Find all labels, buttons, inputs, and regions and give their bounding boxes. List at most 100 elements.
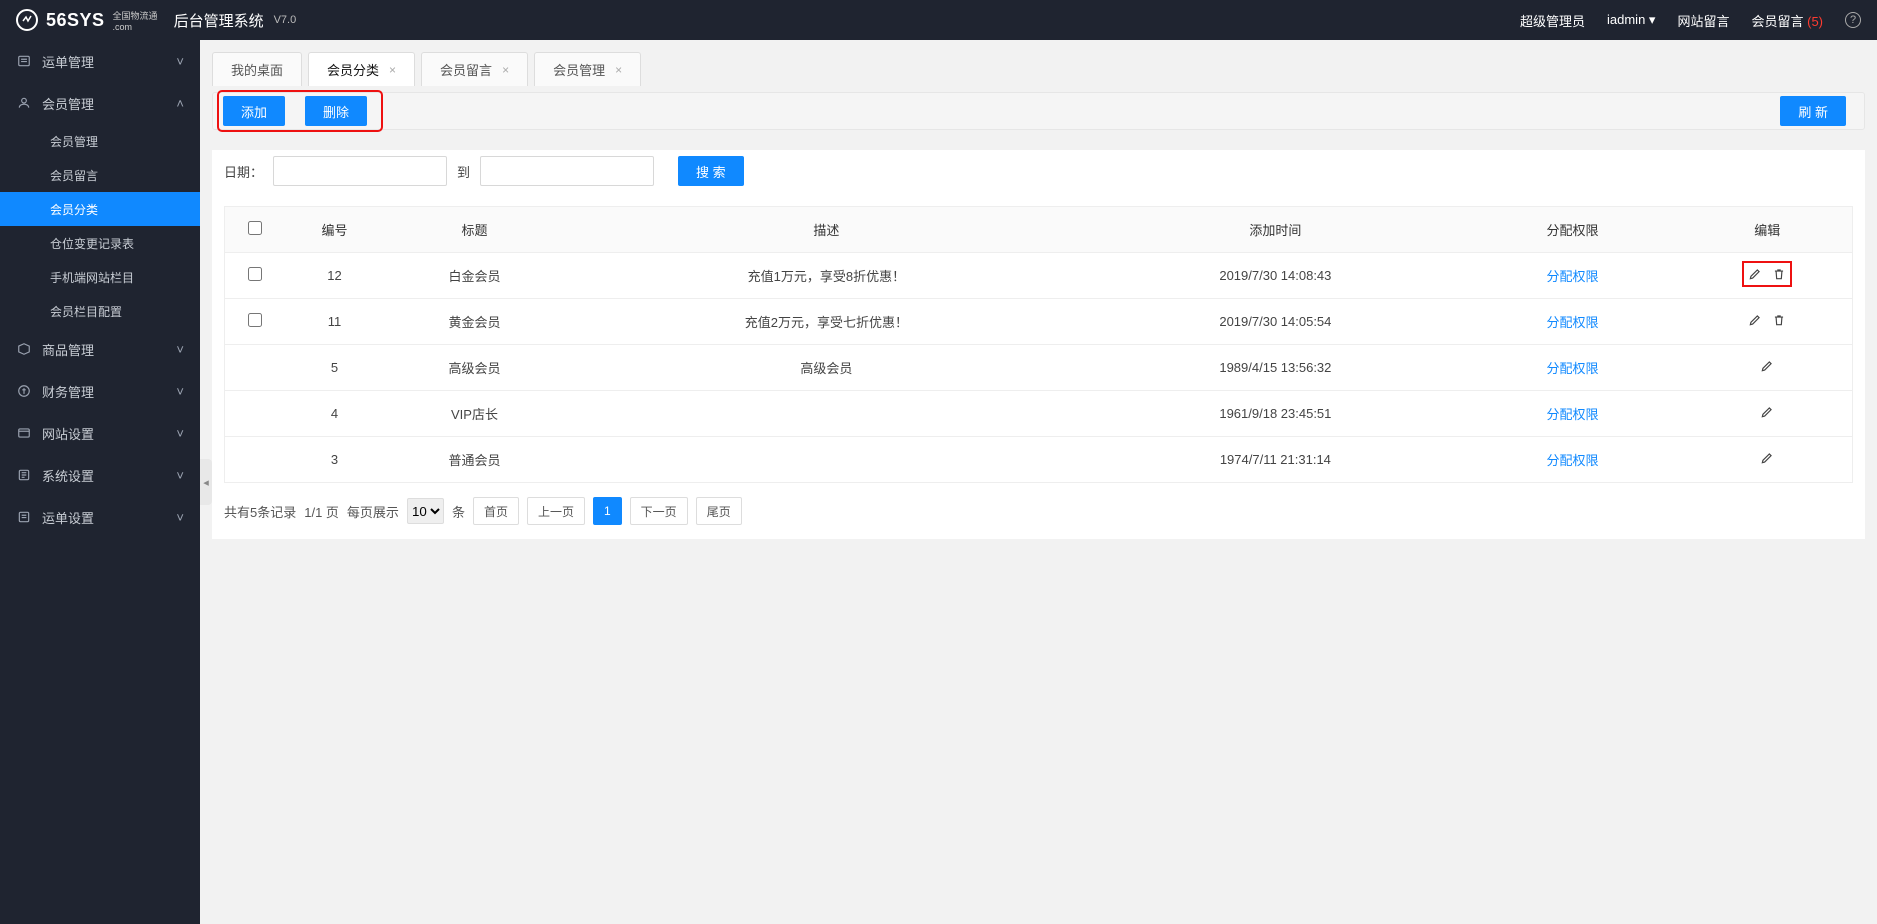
table-header: 编辑 — [1683, 207, 1853, 253]
menu-icon — [16, 467, 32, 483]
menu-icon — [16, 341, 32, 357]
cell-time: 2019/7/30 14:05:54 — [1088, 299, 1462, 345]
pager-summary: 共有5条记录 — [224, 502, 296, 521]
sidebar-subitem[interactable]: 会员管理 — [0, 124, 200, 158]
row-actions — [1760, 359, 1774, 373]
user-menu[interactable]: iadmin ▾ — [1607, 12, 1655, 28]
sidebar-item-label: 运单设置 — [42, 508, 94, 527]
assign-permission-link[interactable]: 分配权限 — [1546, 453, 1598, 468]
cell-time: 1961/9/18 23:45:51 — [1088, 391, 1462, 437]
add-button[interactable]: 添加 — [223, 96, 285, 126]
table-header: 编号 — [285, 207, 385, 253]
table-header: 标题 — [385, 207, 565, 253]
table-header: 分配权限 — [1463, 207, 1683, 253]
date-label: 日期： — [224, 162, 263, 181]
edit-icon[interactable] — [1748, 267, 1762, 281]
cell-ops — [1683, 299, 1853, 345]
chevron-down-icon: ▾ — [1649, 12, 1656, 27]
date-to-input[interactable] — [480, 156, 654, 186]
sidebar-subitem[interactable]: 会员留言 — [0, 158, 200, 192]
cell-time: 2019/7/30 14:08:43 — [1088, 253, 1462, 299]
sidebar-subitem[interactable]: 仓位变更记录表 — [0, 226, 200, 260]
row-checkbox[interactable] — [248, 267, 262, 281]
sidebar-item[interactable]: 商品管理˅ — [0, 328, 200, 370]
sidebar-item-label: 财务管理 — [42, 382, 94, 401]
nav-member-messages[interactable]: 会员留言 (5) — [1751, 11, 1823, 30]
refresh-button[interactable]: 刷 新 — [1780, 96, 1846, 126]
sidebar-subitem[interactable]: 会员栏目配置 — [0, 294, 200, 328]
toolbar: 添加 删除 刷 新 — [212, 92, 1865, 130]
content-area: ◂ 我的桌面 会员分类×会员留言× 会员管理 × 添加 删除 刷 新 日期： 到 搜 … — [200, 40, 1877, 924]
trash-icon[interactable] — [1772, 267, 1786, 281]
close-icon[interactable]: × — [615, 63, 622, 77]
close-icon[interactable]: × — [502, 63, 509, 77]
nav-site-messages[interactable]: 网站留言 — [1677, 11, 1729, 30]
menu-icon — [16, 53, 32, 69]
cell-desc: 充值2万元，享受七折优惠！ — [565, 299, 1089, 345]
checkbox-all[interactable] — [248, 221, 262, 235]
table-header: 描述 — [565, 207, 1089, 253]
chevron-down-icon: ˅ — [176, 510, 184, 525]
close-icon[interactable]: × — [389, 63, 396, 77]
member-msg-count: (5) — [1807, 14, 1823, 29]
table-row: 5高级会员高级会员1989/4/15 13:56:32分配权限 — [225, 345, 1853, 391]
date-from-input[interactable] — [273, 156, 447, 186]
sidebar-item[interactable]: 会员管理˄ — [0, 82, 200, 124]
table-row: 4VIP店长1961/9/18 23:45:51分配权限 — [225, 391, 1853, 437]
tab-label: 我的桌面 — [231, 60, 283, 79]
edit-icon[interactable] — [1760, 405, 1774, 419]
tab-label: 会员管理 — [553, 60, 605, 79]
cell-id: 3 — [285, 437, 385, 483]
pager-first[interactable]: 首页 — [473, 497, 519, 525]
chevron-down-icon: ˅ — [176, 384, 184, 399]
version-label: V7.0 — [274, 14, 297, 26]
sidebar-collapse-handle[interactable]: ◂ — [200, 459, 212, 505]
help-icon[interactable]: ? — [1845, 12, 1861, 28]
cell-assign: 分配权限 — [1463, 299, 1683, 345]
date-to-label: 到 — [457, 162, 470, 181]
cell-id: 4 — [285, 391, 385, 437]
chevron-down-icon: ˅ — [176, 468, 184, 483]
pager-last[interactable]: 尾页 — [696, 497, 742, 525]
delete-button[interactable]: 删除 — [305, 96, 367, 126]
menu-icon — [16, 509, 32, 525]
cell-ops — [1683, 391, 1853, 437]
edit-icon[interactable] — [1748, 313, 1762, 327]
pager-perpage-select[interactable]: 10 — [407, 498, 444, 524]
edit-icon[interactable] — [1760, 359, 1774, 373]
trash-icon[interactable] — [1772, 313, 1786, 327]
tab[interactable]: 我的桌面 — [212, 52, 302, 86]
cell-desc: 充值1万元，享受8折优惠！ — [565, 253, 1089, 299]
cell-assign: 分配权限 — [1463, 437, 1683, 483]
role-label: 超级管理员 — [1520, 11, 1585, 30]
sidebar-item[interactable]: 运单设置 ˅ — [0, 496, 200, 538]
assign-permission-link[interactable]: 分配权限 — [1546, 315, 1598, 330]
assign-permission-link[interactable]: 分配权限 — [1546, 407, 1598, 422]
sidebar-item[interactable]: 网站设置˅ — [0, 412, 200, 454]
logo-subtext: 全国物流通 .com — [113, 9, 158, 32]
highlight-box-toolbar: 添加 删除 — [221, 94, 379, 128]
sidebar-subitem[interactable]: 会员分类 — [0, 192, 200, 226]
pager-next[interactable]: 下一页 — [630, 497, 688, 525]
assign-permission-link[interactable]: 分配权限 — [1546, 361, 1598, 376]
cell-ops — [1683, 437, 1853, 483]
tab[interactable]: 会员留言× — [421, 52, 528, 86]
cell-id: 5 — [285, 345, 385, 391]
tab[interactable]: 会员管理 × — [534, 52, 641, 86]
menu-icon — [16, 425, 32, 441]
row-checkbox[interactable] — [248, 313, 262, 327]
chevron-down-icon: ˅ — [176, 342, 184, 357]
assign-permission-link[interactable]: 分配权限 — [1546, 269, 1598, 284]
sidebar-item[interactable]: 财务管理 ˅ — [0, 370, 200, 412]
topbar: 56SYS 全国物流通 .com 后台管理系统 V7.0 超级管理员 iadmi… — [0, 0, 1877, 40]
pager-page-1[interactable]: 1 — [593, 497, 622, 525]
sidebar-item[interactable]: 系统设置 ˅ — [0, 454, 200, 496]
search-button[interactable]: 搜 索 — [678, 156, 744, 186]
edit-icon[interactable] — [1760, 451, 1774, 465]
sidebar-item-label: 系统设置 — [42, 466, 94, 485]
sidebar-item[interactable]: 运单管理˅ — [0, 40, 200, 82]
pager-prev[interactable]: 上一页 — [527, 497, 585, 525]
pager-perpage-label: 每页展示 — [347, 502, 399, 521]
sidebar-subitem[interactable]: 手机端网站栏目 — [0, 260, 200, 294]
tab[interactable]: 会员分类× — [308, 52, 415, 86]
